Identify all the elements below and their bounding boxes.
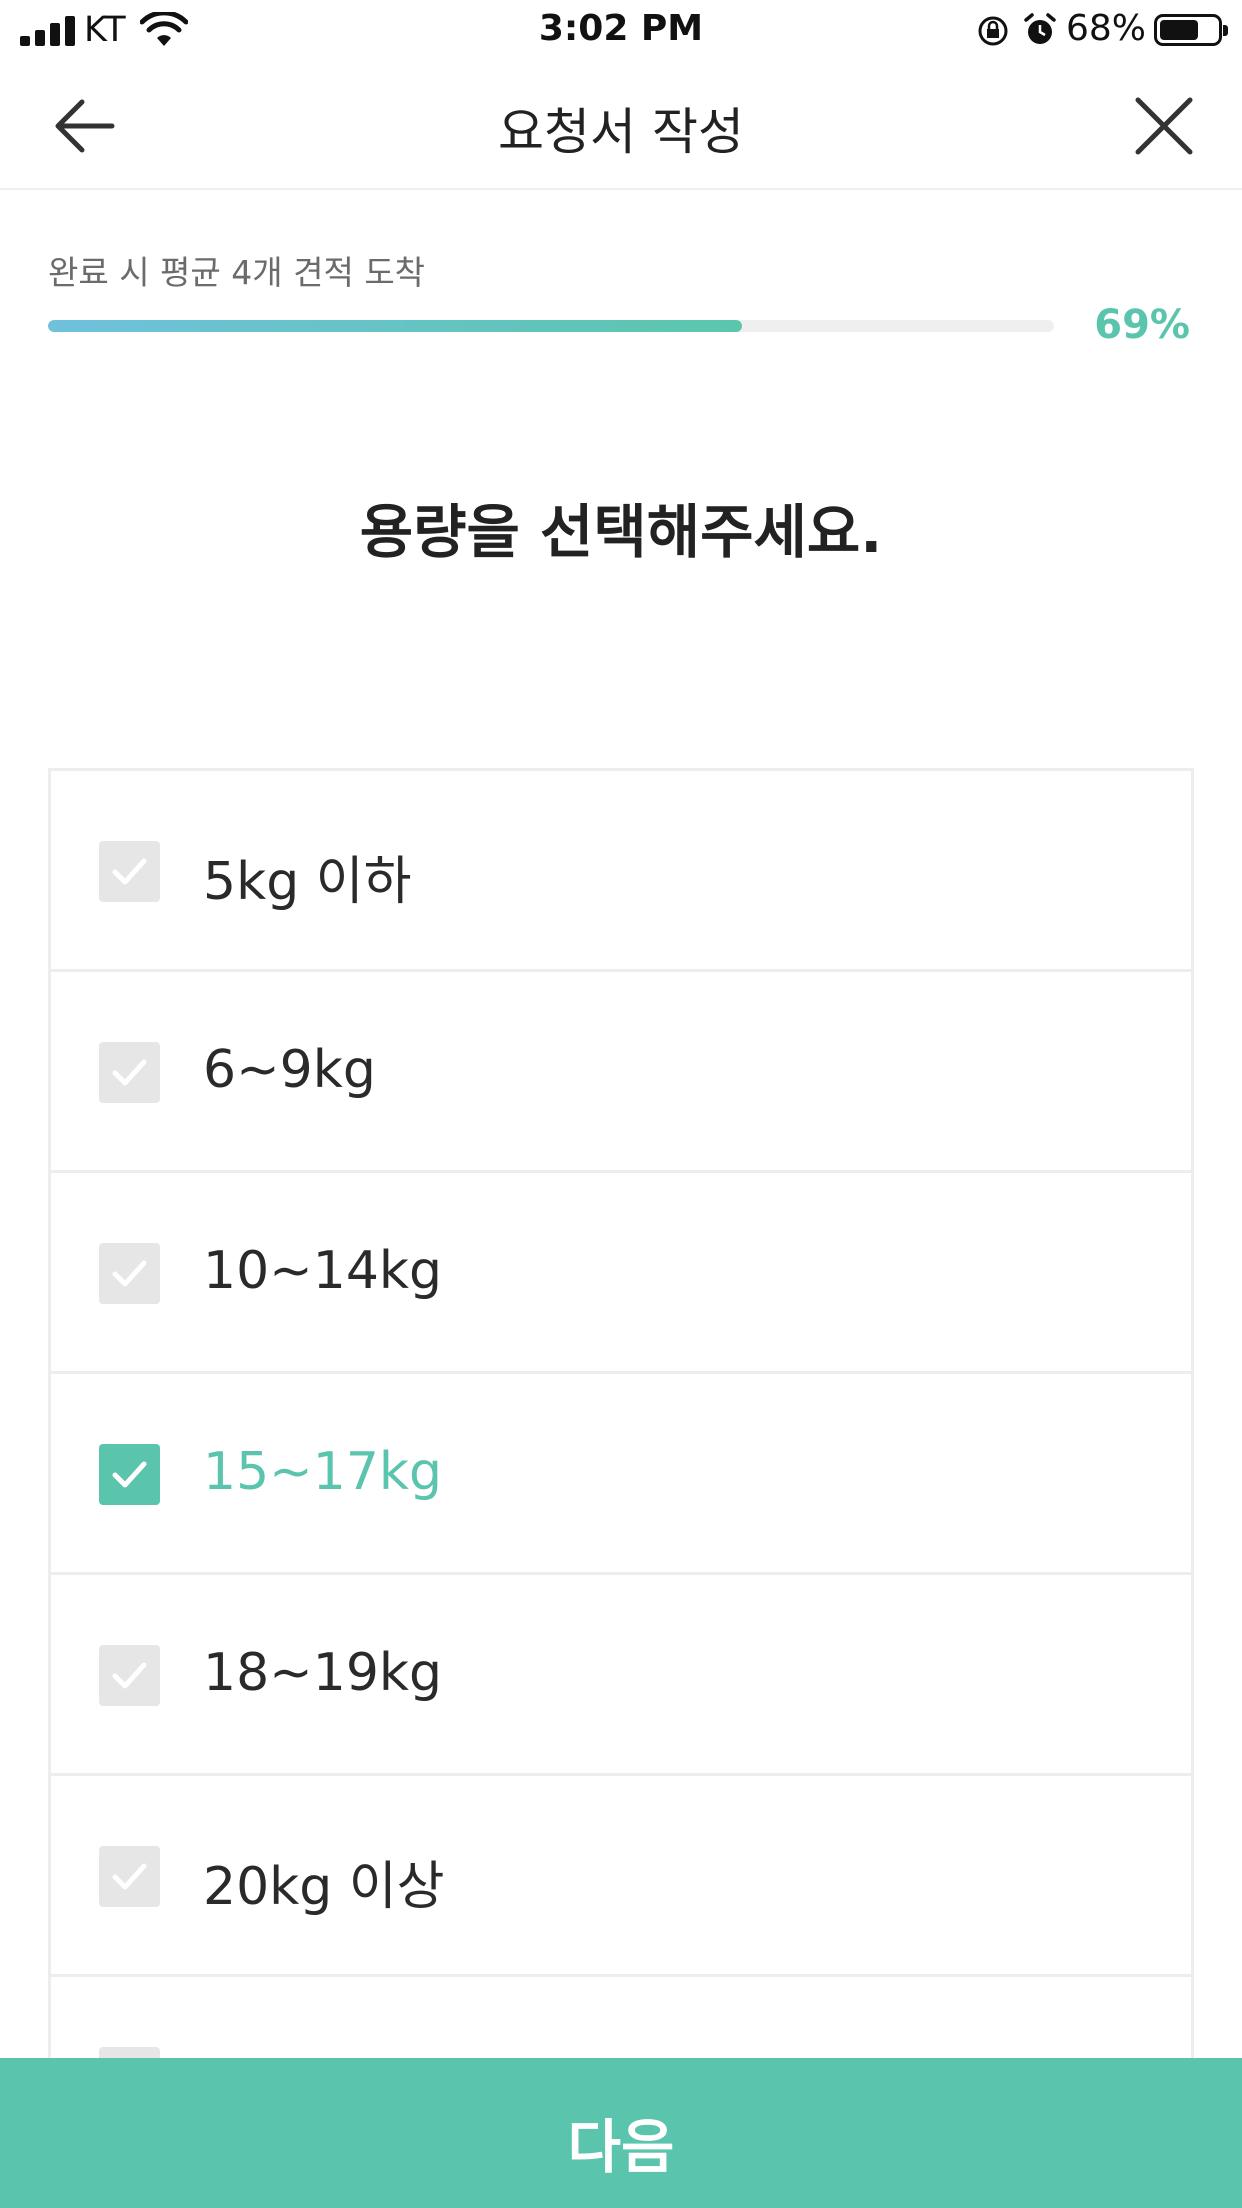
option-label: 15~17kg	[203, 1442, 443, 1502]
option-label: 5kg 이하	[203, 852, 412, 912]
question-title: 용량을 선택해주세요.	[359, 498, 883, 566]
battery-icon	[1154, 14, 1228, 46]
option-label: 20kg 이상	[203, 1857, 445, 1917]
checkbox[interactable]	[99, 1243, 160, 1304]
battery-percent: 68%	[1066, 8, 1147, 49]
check-icon	[112, 1260, 147, 1287]
option-item[interactable]: 15~17kg	[51, 1374, 1191, 1575]
checkbox[interactable]	[99, 1042, 160, 1103]
alarm-icon	[1024, 13, 1056, 44]
checkbox[interactable]	[99, 1645, 160, 1706]
next-button[interactable]: 다음	[0, 2058, 1242, 2208]
nav-header: 요청서 작성	[0, 62, 1242, 190]
status-bar: KT 3:02 PM 68%	[0, 0, 1242, 62]
capacity-option-list: 5kg 이하 6~9kg 10~14kg 15~17kg 18~19kg 20k…	[48, 768, 1194, 2060]
progress-percent: 69%	[1094, 302, 1190, 348]
check-icon	[112, 1662, 147, 1689]
option-label: 18~19kg	[203, 1643, 443, 1703]
checkbox[interactable]	[99, 841, 160, 902]
next-button-label: 다음	[567, 2113, 675, 2181]
progress-bar	[48, 320, 1054, 332]
checkbox[interactable]	[99, 1444, 160, 1505]
progress-bar-fill	[48, 320, 743, 332]
progress-caption: 완료 시 평균 4개 견적 도착	[48, 253, 426, 292]
check-icon	[112, 1059, 147, 1086]
option-label: 10~14kg	[203, 1241, 443, 1301]
page-title: 요청서 작성	[498, 103, 744, 161]
rotation-lock-icon	[978, 16, 1008, 46]
check-icon	[112, 858, 147, 885]
option-item[interactable]: 10~14kg	[51, 1173, 1191, 1374]
option-item[interactable]: 20kg 이상	[51, 1776, 1191, 1977]
option-label: 6~9kg	[203, 1040, 376, 1100]
check-icon	[112, 1461, 147, 1488]
option-item-partial[interactable]	[51, 1977, 1191, 2060]
close-button[interactable]	[1128, 92, 1200, 160]
option-item[interactable]: 18~19kg	[51, 1575, 1191, 1776]
option-item[interactable]: 5kg 이하	[51, 771, 1191, 972]
close-icon	[1135, 97, 1193, 155]
option-item[interactable]: 6~9kg	[51, 972, 1191, 1173]
checkbox[interactable]	[99, 1846, 160, 1907]
check-icon	[112, 1863, 147, 1890]
